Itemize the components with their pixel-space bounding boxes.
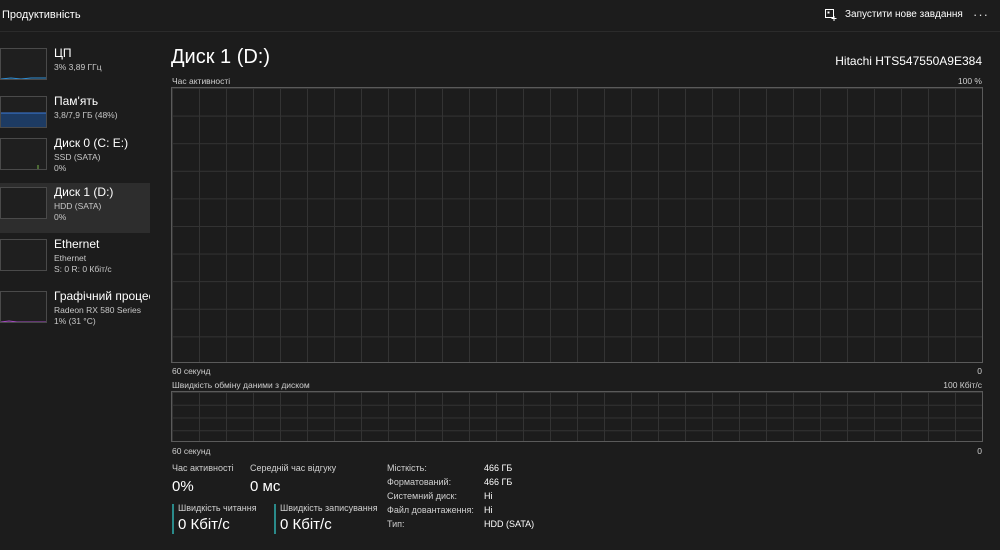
disk-title: Диск 1 (D:) <box>171 46 271 68</box>
active-time-chart-label: Час активності <box>172 76 231 86</box>
sidebar-item-title: ЦП <box>54 46 72 60</box>
sidebar-item-disk1[interactable]: Диск 1 (D:) HDD (SATA) 0% <box>0 183 150 233</box>
sidebar-item-subtitle: Radeon RX 580 Series <box>54 305 141 315</box>
sidebar-item-value: S: 0 R: 0 Кбіт/с <box>54 264 112 274</box>
active-time-chart-max: 100 % <box>957 76 982 86</box>
memory-thumbnail-graph <box>0 96 47 128</box>
new-task-icon <box>825 8 837 21</box>
run-new-task-button[interactable]: Запустити нове завдання <box>825 8 963 21</box>
more-options-icon[interactable]: ··· <box>973 7 989 22</box>
read-speed-stat-value: 0 Кбіт/с <box>178 516 230 533</box>
active-time-stat-value: 0% <box>172 478 194 495</box>
formatted-label: Форматований: <box>387 477 452 487</box>
sidebar-item-title: Графічний процесор 0 <box>54 289 150 303</box>
system-disk-value: Ні <box>484 491 493 501</box>
sidebar-item-title: Ethernet <box>54 237 100 251</box>
transfer-rate-chart <box>171 391 983 442</box>
active-time-chart-min: 0 <box>977 366 982 376</box>
sidebar-item-cpu[interactable]: ЦП 3% 3,89 ГГц <box>0 44 150 94</box>
page-file-label: Файл довантаження: <box>387 505 474 515</box>
capacity-value: 466 ГБ <box>484 463 513 473</box>
response-time-stat-label: Середній час відгуку <box>250 463 337 473</box>
sidebar-item-title: Пам'ять <box>54 94 99 108</box>
sidebar-item-title: Диск 0 (C: E:) <box>54 136 129 150</box>
cpu-thumbnail-graph <box>0 48 47 80</box>
sidebar-item-subtitle: HDD (SATA) <box>54 201 102 211</box>
capacity-label: Місткість: <box>387 463 427 473</box>
system-disk-label: Системний диск: <box>387 491 457 501</box>
sidebar-item-subtitle: 3% 3,89 ГГц <box>54 62 102 72</box>
type-label: Тип: <box>387 519 405 529</box>
active-time-chart-time-label: 60 секунд <box>172 366 211 376</box>
page-title: Продуктивність <box>2 9 81 21</box>
sidebar-item-ethernet[interactable]: Ethernet Ethernet S: 0 R: 0 Кбіт/с <box>0 235 150 285</box>
sidebar-item-value: 0% <box>54 212 67 222</box>
device-model: Hitachi HTS547550A9E384 <box>835 54 982 68</box>
run-new-task-label: Запустити нове завдання <box>845 8 963 20</box>
transfer-rate-chart-min: 0 <box>977 446 982 456</box>
sidebar-item-subtitle: 3,8/7,9 ГБ (48%) <box>54 110 118 120</box>
active-time-chart <box>171 87 983 363</box>
disk1-thumbnail-graph <box>0 187 47 219</box>
active-time-stat-label: Час активності <box>172 463 234 473</box>
type-value: HDD (SATA) <box>484 519 535 529</box>
sidebar-item-value: 1% (31 °C) <box>54 316 96 326</box>
formatted-value: 466 ГБ <box>484 477 513 487</box>
ethernet-thumbnail-graph <box>0 239 47 271</box>
write-speed-stat-label: Швидкість записування <box>280 503 378 513</box>
top-bar: Продуктивність Запустити нове завдання ·… <box>0 0 1000 32</box>
transfer-rate-chart-time-label: 60 секунд <box>172 446 211 456</box>
sidebar-item-subtitle: Ethernet <box>54 253 87 263</box>
sidebar-item-title: Диск 1 (D:) <box>54 185 114 199</box>
sidebar-item-gpu[interactable]: Графічний процесор 0 Radeon RX 580 Serie… <box>0 287 150 337</box>
sidebar-item-disk0[interactable]: Диск 0 (C: E:) SSD (SATA) 0% <box>0 134 150 184</box>
write-speed-stat-value: 0 Кбіт/с <box>280 516 332 533</box>
transfer-rate-chart-max: 100 Кбіт/с <box>943 380 982 390</box>
read-speed-accent <box>172 504 174 534</box>
write-speed-accent <box>274 504 276 534</box>
sidebar-item-value: 0% <box>54 163 67 173</box>
sidebar-item-subtitle: SSD (SATA) <box>54 152 101 162</box>
transfer-rate-chart-label: Швидкість обміну даними з диском <box>172 380 310 390</box>
gpu-thumbnail-graph <box>0 291 47 323</box>
read-speed-stat-label: Швидкість читання <box>178 503 257 513</box>
page-file-value: Ні <box>484 505 493 515</box>
response-time-stat-value: 0 мс <box>250 478 281 495</box>
disk0-thumbnail-graph <box>0 138 47 170</box>
